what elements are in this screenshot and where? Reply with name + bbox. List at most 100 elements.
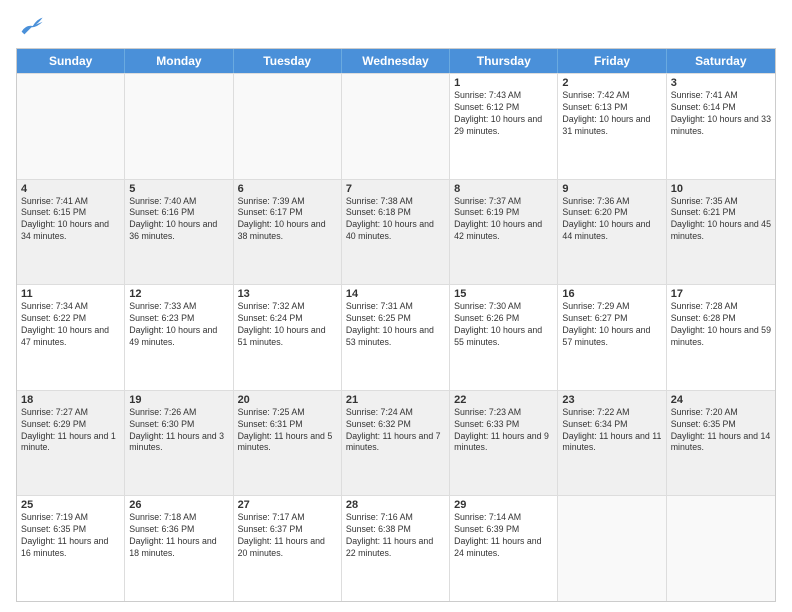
- day-info: Sunrise: 7:18 AM Sunset: 6:36 PM Dayligh…: [129, 512, 228, 560]
- day-info: Sunrise: 7:22 AM Sunset: 6:34 PM Dayligh…: [562, 407, 661, 455]
- day-info: Sunrise: 7:35 AM Sunset: 6:21 PM Dayligh…: [671, 196, 771, 244]
- day-header-tuesday: Tuesday: [234, 49, 342, 73]
- day-number: 6: [238, 183, 337, 195]
- day-cell-6: 6Sunrise: 7:39 AM Sunset: 6:17 PM Daylig…: [234, 180, 342, 285]
- day-number: 10: [671, 183, 771, 195]
- day-number: 17: [671, 288, 771, 300]
- day-info: Sunrise: 7:36 AM Sunset: 6:20 PM Dayligh…: [562, 196, 661, 244]
- day-number: 1: [454, 77, 553, 89]
- day-cell-4: 4Sunrise: 7:41 AM Sunset: 6:15 PM Daylig…: [17, 180, 125, 285]
- day-number: 28: [346, 499, 445, 511]
- empty-cell: [17, 74, 125, 179]
- day-cell-1: 1Sunrise: 7:43 AM Sunset: 6:12 PM Daylig…: [450, 74, 558, 179]
- day-info: Sunrise: 7:24 AM Sunset: 6:32 PM Dayligh…: [346, 407, 445, 455]
- day-info: Sunrise: 7:26 AM Sunset: 6:30 PM Dayligh…: [129, 407, 228, 455]
- day-cell-10: 10Sunrise: 7:35 AM Sunset: 6:21 PM Dayli…: [667, 180, 775, 285]
- day-cell-17: 17Sunrise: 7:28 AM Sunset: 6:28 PM Dayli…: [667, 285, 775, 390]
- day-info: Sunrise: 7:16 AM Sunset: 6:38 PM Dayligh…: [346, 512, 445, 560]
- day-number: 5: [129, 183, 228, 195]
- calendar-row-4: 25Sunrise: 7:19 AM Sunset: 6:35 PM Dayli…: [17, 495, 775, 601]
- day-info: Sunrise: 7:39 AM Sunset: 6:17 PM Dayligh…: [238, 196, 337, 244]
- calendar-row-2: 11Sunrise: 7:34 AM Sunset: 6:22 PM Dayli…: [17, 284, 775, 390]
- day-info: Sunrise: 7:30 AM Sunset: 6:26 PM Dayligh…: [454, 301, 553, 349]
- day-info: Sunrise: 7:31 AM Sunset: 6:25 PM Dayligh…: [346, 301, 445, 349]
- day-cell-8: 8Sunrise: 7:37 AM Sunset: 6:19 PM Daylig…: [450, 180, 558, 285]
- calendar-row-3: 18Sunrise: 7:27 AM Sunset: 6:29 PM Dayli…: [17, 390, 775, 496]
- day-number: 12: [129, 288, 228, 300]
- day-number: 2: [562, 77, 661, 89]
- day-info: Sunrise: 7:27 AM Sunset: 6:29 PM Dayligh…: [21, 407, 120, 455]
- day-header-saturday: Saturday: [667, 49, 775, 73]
- day-info: Sunrise: 7:28 AM Sunset: 6:28 PM Dayligh…: [671, 301, 771, 349]
- day-info: Sunrise: 7:19 AM Sunset: 6:35 PM Dayligh…: [21, 512, 120, 560]
- day-cell-2: 2Sunrise: 7:42 AM Sunset: 6:13 PM Daylig…: [558, 74, 666, 179]
- day-number: 27: [238, 499, 337, 511]
- day-cell-27: 27Sunrise: 7:17 AM Sunset: 6:37 PM Dayli…: [234, 496, 342, 601]
- day-number: 23: [562, 394, 661, 406]
- day-cell-19: 19Sunrise: 7:26 AM Sunset: 6:30 PM Dayli…: [125, 391, 233, 496]
- day-number: 13: [238, 288, 337, 300]
- day-number: 20: [238, 394, 337, 406]
- calendar-row-1: 4Sunrise: 7:41 AM Sunset: 6:15 PM Daylig…: [17, 179, 775, 285]
- day-number: 21: [346, 394, 445, 406]
- day-header-sunday: Sunday: [17, 49, 125, 73]
- day-info: Sunrise: 7:32 AM Sunset: 6:24 PM Dayligh…: [238, 301, 337, 349]
- day-cell-13: 13Sunrise: 7:32 AM Sunset: 6:24 PM Dayli…: [234, 285, 342, 390]
- day-info: Sunrise: 7:38 AM Sunset: 6:18 PM Dayligh…: [346, 196, 445, 244]
- day-cell-12: 12Sunrise: 7:33 AM Sunset: 6:23 PM Dayli…: [125, 285, 233, 390]
- day-cell-7: 7Sunrise: 7:38 AM Sunset: 6:18 PM Daylig…: [342, 180, 450, 285]
- day-info: Sunrise: 7:34 AM Sunset: 6:22 PM Dayligh…: [21, 301, 120, 349]
- day-cell-15: 15Sunrise: 7:30 AM Sunset: 6:26 PM Dayli…: [450, 285, 558, 390]
- day-number: 26: [129, 499, 228, 511]
- day-header-thursday: Thursday: [450, 49, 558, 73]
- day-number: 29: [454, 499, 553, 511]
- day-info: Sunrise: 7:20 AM Sunset: 6:35 PM Dayligh…: [671, 407, 771, 455]
- day-cell-26: 26Sunrise: 7:18 AM Sunset: 6:36 PM Dayli…: [125, 496, 233, 601]
- day-header-wednesday: Wednesday: [342, 49, 450, 73]
- day-info: Sunrise: 7:25 AM Sunset: 6:31 PM Dayligh…: [238, 407, 337, 455]
- day-cell-28: 28Sunrise: 7:16 AM Sunset: 6:38 PM Dayli…: [342, 496, 450, 601]
- day-number: 22: [454, 394, 553, 406]
- day-cell-24: 24Sunrise: 7:20 AM Sunset: 6:35 PM Dayli…: [667, 391, 775, 496]
- day-number: 14: [346, 288, 445, 300]
- calendar-header: SundayMondayTuesdayWednesdayThursdayFrid…: [17, 49, 775, 73]
- day-number: 24: [671, 394, 771, 406]
- logo-icon: [16, 12, 44, 40]
- day-info: Sunrise: 7:42 AM Sunset: 6:13 PM Dayligh…: [562, 90, 661, 138]
- day-info: Sunrise: 7:40 AM Sunset: 6:16 PM Dayligh…: [129, 196, 228, 244]
- day-cell-22: 22Sunrise: 7:23 AM Sunset: 6:33 PM Dayli…: [450, 391, 558, 496]
- calendar-body: 1Sunrise: 7:43 AM Sunset: 6:12 PM Daylig…: [17, 73, 775, 601]
- day-number: 25: [21, 499, 120, 511]
- empty-cell: [342, 74, 450, 179]
- day-cell-21: 21Sunrise: 7:24 AM Sunset: 6:32 PM Dayli…: [342, 391, 450, 496]
- day-number: 9: [562, 183, 661, 195]
- day-info: Sunrise: 7:17 AM Sunset: 6:37 PM Dayligh…: [238, 512, 337, 560]
- day-cell-3: 3Sunrise: 7:41 AM Sunset: 6:14 PM Daylig…: [667, 74, 775, 179]
- empty-cell: [234, 74, 342, 179]
- empty-cell: [125, 74, 233, 179]
- day-number: 8: [454, 183, 553, 195]
- day-number: 7: [346, 183, 445, 195]
- day-cell-25: 25Sunrise: 7:19 AM Sunset: 6:35 PM Dayli…: [17, 496, 125, 601]
- page-header: [16, 12, 776, 40]
- calendar: SundayMondayTuesdayWednesdayThursdayFrid…: [16, 48, 776, 602]
- day-number: 4: [21, 183, 120, 195]
- day-cell-20: 20Sunrise: 7:25 AM Sunset: 6:31 PM Dayli…: [234, 391, 342, 496]
- day-cell-5: 5Sunrise: 7:40 AM Sunset: 6:16 PM Daylig…: [125, 180, 233, 285]
- day-header-friday: Friday: [558, 49, 666, 73]
- day-number: 3: [671, 77, 771, 89]
- day-cell-14: 14Sunrise: 7:31 AM Sunset: 6:25 PM Dayli…: [342, 285, 450, 390]
- day-cell-11: 11Sunrise: 7:34 AM Sunset: 6:22 PM Dayli…: [17, 285, 125, 390]
- day-number: 11: [21, 288, 120, 300]
- day-info: Sunrise: 7:14 AM Sunset: 6:39 PM Dayligh…: [454, 512, 553, 560]
- day-info: Sunrise: 7:29 AM Sunset: 6:27 PM Dayligh…: [562, 301, 661, 349]
- empty-cell: [558, 496, 666, 601]
- day-cell-18: 18Sunrise: 7:27 AM Sunset: 6:29 PM Dayli…: [17, 391, 125, 496]
- calendar-row-0: 1Sunrise: 7:43 AM Sunset: 6:12 PM Daylig…: [17, 73, 775, 179]
- day-info: Sunrise: 7:41 AM Sunset: 6:15 PM Dayligh…: [21, 196, 120, 244]
- day-cell-9: 9Sunrise: 7:36 AM Sunset: 6:20 PM Daylig…: [558, 180, 666, 285]
- day-info: Sunrise: 7:43 AM Sunset: 6:12 PM Dayligh…: [454, 90, 553, 138]
- day-number: 18: [21, 394, 120, 406]
- empty-cell: [667, 496, 775, 601]
- day-number: 19: [129, 394, 228, 406]
